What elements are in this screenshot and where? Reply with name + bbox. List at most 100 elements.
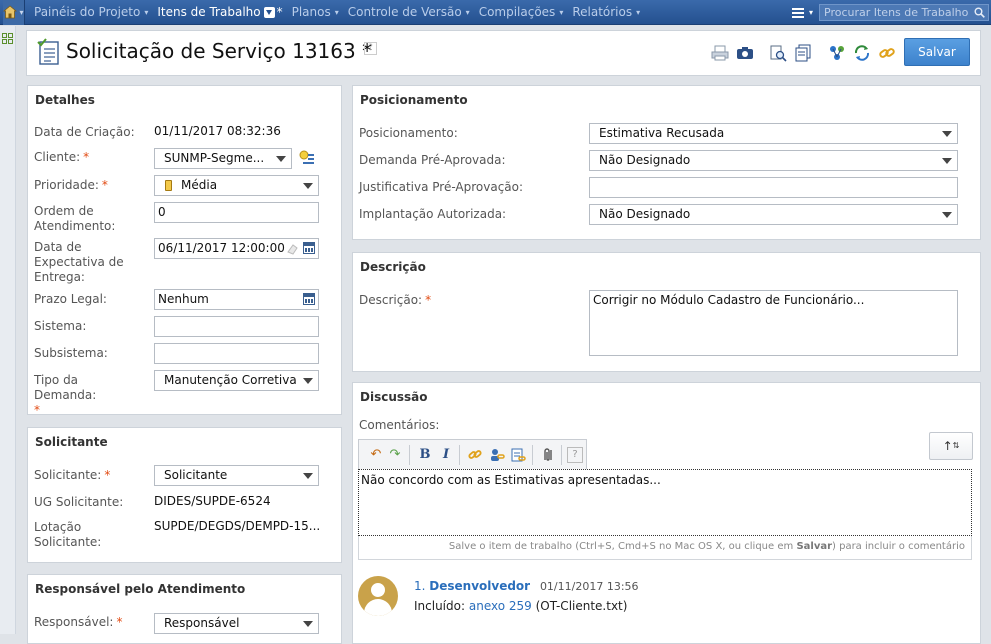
chain-link-icon[interactable]: [878, 44, 896, 62]
chevron-down-icon: [303, 183, 313, 189]
legal-deadline-input[interactable]: Nenhum: [154, 289, 319, 310]
nav-label: Itens de Trabalho: [157, 5, 261, 19]
print-icon[interactable]: [711, 44, 729, 62]
link-work-item-icon[interactable]: [510, 447, 526, 463]
chevron-down-icon[interactable]: ▾: [809, 8, 813, 17]
attachment-name: (OT-Cliente.txt): [535, 599, 628, 613]
requester-location-value: SUPDE/DEGDS/DEMPD-15...: [154, 519, 321, 533]
search-input[interactable]: Procurar Itens de Trabalho: [819, 4, 989, 21]
client-details-icon[interactable]: [299, 150, 315, 166]
chevron-down-icon: [942, 158, 952, 164]
discussion-panel: Discussão Comentários: ↑⇅ ↶ ↷ B I ? Não …: [352, 382, 981, 644]
nav-itens-de-trabalho[interactable]: Itens de Trabalho *: [157, 5, 282, 19]
chevron-down-icon[interactable]: [263, 6, 275, 18]
nav-planos[interactable]: Planos ▾: [292, 5, 339, 19]
system-input[interactable]: [154, 316, 319, 337]
positioning-select[interactable]: Estimativa Recusada: [589, 123, 958, 144]
chevron-down-icon: [276, 156, 286, 162]
nav-label: Relatórios: [572, 5, 633, 19]
panel-title: Descrição: [360, 260, 426, 274]
find-duplicates-icon[interactable]: [769, 44, 787, 62]
redo-icon[interactable]: ↷: [387, 447, 403, 463]
legal-deadline-label: Prazo Legal:: [34, 292, 107, 306]
home-icon: [3, 5, 18, 19]
positioning-label: Posicionamento:: [359, 126, 458, 140]
requester-select[interactable]: Solicitante: [154, 465, 319, 486]
description-panel: Descrição Descrição: * Corrigir no Módulo…: [352, 252, 981, 372]
service-order-input[interactable]: 0: [154, 202, 319, 223]
nav-paineis-do-projeto[interactable]: Painéis do Projeto ▾: [34, 5, 148, 19]
nav-relatorios[interactable]: Relatórios ▾: [572, 5, 640, 19]
comment-date: 01/11/2017 13:56: [539, 580, 639, 593]
undo-icon[interactable]: ↶: [368, 447, 384, 463]
comment-number: 1.: [414, 579, 426, 593]
priority-select[interactable]: Média: [154, 175, 319, 196]
search-icon[interactable]: [974, 7, 985, 18]
panel-title: Discussão: [360, 390, 428, 404]
expected-delivery-input[interactable]: 06/11/2017 12:00:00: [154, 238, 319, 259]
preapproval-justification-input[interactable]: [589, 177, 958, 198]
comment-text-prefix: Incluído:: [414, 599, 466, 613]
list-view-icon[interactable]: [791, 7, 804, 19]
help-icon[interactable]: ?: [567, 447, 583, 463]
details-panel: Detalhes Data de Criação: 01/11/2017 08:…: [27, 85, 342, 417]
subsystem-input[interactable]: [154, 343, 319, 364]
requester-panel: Solicitante Solicitante: * Solicitante UG…: [27, 427, 342, 563]
attachment-icon[interactable]: [540, 447, 556, 463]
responsible-label: Responsável: *: [34, 615, 123, 629]
italic-icon[interactable]: I: [438, 447, 454, 463]
save-button[interactable]: Salvar: [904, 38, 970, 66]
comment-save-hint: Salve o item de trabalho (Ctrl+S, Cmd+S …: [358, 536, 972, 560]
toolbar-separator: [561, 445, 562, 465]
requester-location-label: Lotação Solicitante:: [34, 520, 102, 549]
subsystem-label: Subsistema:: [34, 346, 108, 360]
comment-author-link[interactable]: Desenvolvedor: [429, 579, 530, 593]
calendar-icon[interactable]: [303, 293, 315, 305]
dashboard-grid-icon[interactable]: [2, 33, 14, 45]
work-item-type-icon: [37, 38, 59, 65]
nav-label: Planos: [291, 5, 331, 19]
preapproved-demand-select[interactable]: Não Designado: [589, 150, 958, 171]
left-sidebar-rail: [0, 26, 16, 634]
nav-search-area: ▾ Procurar Itens de Trabalho: [791, 0, 991, 25]
panel-title: Solicitante: [35, 435, 108, 449]
link-user-icon[interactable]: [489, 447, 505, 463]
help-icon[interactable]: ?: [364, 42, 377, 55]
eraser-icon[interactable]: [286, 243, 298, 255]
bold-icon[interactable]: B: [417, 447, 433, 463]
copy-icon[interactable]: [794, 44, 812, 62]
attachment-link[interactable]: anexo 259: [469, 599, 532, 613]
links-icon[interactable]: [828, 44, 846, 62]
expected-delivery-label: Data de Expectativa de Entrega:: [34, 240, 124, 284]
panel-title: Responsável pelo Atendimento: [35, 582, 246, 596]
work-item-header: Solicitação de Serviço 13163 * ? Salvar: [26, 30, 981, 76]
description-textarea[interactable]: Corrigir no Módulo Cadastro de Funcionár…: [589, 290, 958, 356]
responsible-select[interactable]: Responsável: [154, 613, 319, 634]
preapproval-justification-label: Justificativa Pré-Aprovação:: [359, 180, 524, 194]
nav-label: Painéis do Projeto: [34, 5, 141, 19]
refresh-icon[interactable]: [853, 44, 871, 62]
top-navigation-bar: ▾ Painéis do Projeto ▾ Itens de Trabalho…: [0, 0, 991, 25]
client-select[interactable]: SUNMP-Segme...: [154, 148, 292, 169]
comment-header: 1. Desenvolvedor 01/11/2017 13:56: [414, 579, 639, 593]
chevron-down-icon: ▾: [19, 7, 24, 17]
insert-link-icon[interactable]: [467, 447, 483, 463]
camera-icon[interactable]: [736, 44, 754, 62]
toolbar-separator: [459, 445, 460, 465]
creation-date-label: Data de Criação:: [34, 125, 135, 139]
system-label: Sistema:: [34, 319, 87, 333]
home-menu-button[interactable]: ▾: [3, 0, 25, 25]
comment-editor[interactable]: Não concordo com as Estimativas apresent…: [358, 469, 972, 536]
demand-type-select[interactable]: Manutenção Corretiva: [154, 370, 319, 391]
page-title: Solicitação de Serviço 13163 *: [66, 39, 373, 63]
sort-comments-button[interactable]: ↑⇅: [929, 432, 973, 460]
chevron-down-icon: ▾: [465, 7, 470, 17]
calendar-icon[interactable]: [303, 242, 315, 254]
requester-label: Solicitante: *: [34, 468, 111, 482]
editor-toolbar: ↶ ↷ B I ?: [358, 439, 587, 469]
nav-controle-de-versao[interactable]: Controle de Versão ▾: [348, 5, 470, 19]
deployment-authorized-select[interactable]: Não Designado: [589, 204, 958, 225]
chevron-down-icon: [303, 473, 313, 479]
nav-compilacoes[interactable]: Compilações ▾: [479, 5, 564, 19]
priority-medium-icon: [165, 180, 172, 191]
